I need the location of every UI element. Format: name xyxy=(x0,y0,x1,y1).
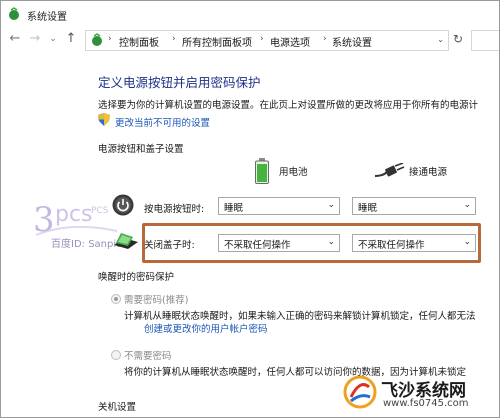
address-dropdown-icon[interactable]: ⌄ xyxy=(437,35,444,44)
svg-text:PCS: PCS xyxy=(91,206,109,216)
refresh-button[interactable]: ↻ xyxy=(453,32,463,46)
back-button[interactable]: ← xyxy=(7,31,23,47)
forward-button[interactable]: → xyxy=(27,31,43,47)
breadcrumb-separator: › xyxy=(323,34,327,44)
power-button-battery-value: 睡眠 xyxy=(224,203,244,214)
power-button-plugged-value: 睡眠 xyxy=(358,203,378,214)
brand-logo-icon xyxy=(343,375,377,409)
power-button-battery-select[interactable]: 睡眠 ⌄ xyxy=(218,197,340,215)
title-bar: 系统设置 xyxy=(1,1,499,27)
require-password-label: 需要密码(推荐) xyxy=(124,295,189,306)
power-plug-icon xyxy=(374,163,405,177)
no-password-radio[interactable] xyxy=(111,350,121,360)
chevron-down-icon: ⌄ xyxy=(463,200,471,210)
address-bar[interactable]: › 控制面板 › 所有控制面板项 › 电源选项 › 系统设置 ⌄ xyxy=(85,30,449,51)
breadcrumb-system-settings[interactable]: 系统设置 xyxy=(332,34,372,49)
control-panel-icon xyxy=(92,33,102,46)
search-input[interactable] xyxy=(471,30,499,51)
column-battery-label: 用电池 xyxy=(279,167,308,178)
page-title: 定义电源按钮并启用密码保护 xyxy=(98,75,261,90)
annotation-highlight-box xyxy=(142,223,481,263)
svg-text:pcs: pcs xyxy=(55,202,93,227)
section-wake-password: 唤醒时的密码保护 xyxy=(98,272,175,283)
site-brand-watermark: 飞沙系统网 www.fs0745.com xyxy=(343,371,499,417)
breadcrumb-power-options[interactable]: 电源选项 xyxy=(270,34,310,49)
breadcrumb-separator: › xyxy=(260,34,264,44)
section-power-lid-settings: 电源按钮和盖子设置 xyxy=(98,144,184,155)
power-button-icon xyxy=(112,194,134,216)
window-title: 系统设置 xyxy=(27,12,67,23)
page-description: 选择要为你的计算机设置的电源设置。在此页上对设置所做的更改将应用于你所有的电源计 xyxy=(98,100,479,111)
window: 系统设置 ← → ⌄ ↑ › 控制面板 › 所有控制面板项 › 电源选项 › 系… xyxy=(0,0,500,418)
column-plugged-in-label: 接通电源 xyxy=(409,167,448,178)
no-password-label: 不需要密码 xyxy=(124,351,172,362)
system-settings-icon xyxy=(9,7,19,20)
power-button-row-label: 按电源按钮时: xyxy=(144,204,205,215)
uac-shield-icon xyxy=(98,113,110,126)
up-button[interactable]: ↑ xyxy=(63,31,79,47)
section-shutdown-settings: 关机设置 xyxy=(98,402,137,413)
laptop-lid-icon xyxy=(114,233,138,249)
change-unavailable-settings-link[interactable]: 更改当前不可用的设置 xyxy=(115,115,210,129)
brand-url: www.fs0745.com xyxy=(383,398,469,409)
require-password-description: 计算机从睡眠状态唤醒时，如果未输入正确的密码来解锁计算机锁定，任何人都无法 xyxy=(124,311,476,322)
power-button-plugged-select[interactable]: 睡眠 ⌄ xyxy=(352,197,476,215)
battery-icon xyxy=(255,158,269,184)
chevron-down-icon: ⌄ xyxy=(327,200,335,210)
breadcrumb-separator: › xyxy=(108,34,112,44)
require-password-radio[interactable] xyxy=(111,294,121,304)
breadcrumb-control-panel[interactable]: 控制面板 xyxy=(119,34,159,49)
navigation-bar: ← → ⌄ ↑ › 控制面板 › 所有控制面板项 › 电源选项 › 系统设置 ⌄… xyxy=(1,27,499,53)
recent-locations-button[interactable]: ⌄ xyxy=(45,31,61,47)
breadcrumb-all-items[interactable]: 所有控制面板项 xyxy=(182,34,252,49)
breadcrumb-separator: › xyxy=(172,34,176,44)
create-change-password-link[interactable]: 创建或更改你的用户帐户密码 xyxy=(144,321,268,335)
